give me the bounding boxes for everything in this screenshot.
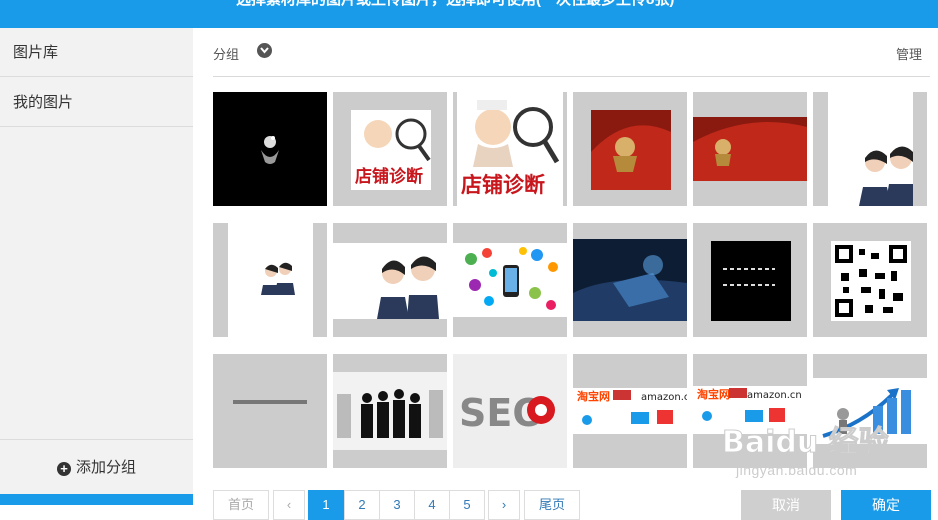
thumb-headset-agents-3[interactable] [333, 223, 447, 337]
chevron-down-icon[interactable] [257, 43, 272, 58]
sidebar-item-image-library[interactable]: 图片库 [0, 28, 193, 77]
thumb-taobao-amazon-logos-1[interactable]: 淘宝网 amazon.cn [573, 354, 687, 468]
thumb-calligraphy-black[interactable] [693, 223, 807, 337]
thumb-app-icons-phone[interactable] [453, 223, 567, 337]
thumb-spark-black[interactable] [213, 92, 327, 206]
thumb-store-diagnosis-small[interactable]: 店铺诊断 [333, 92, 447, 206]
thumb-qr-code[interactable] [813, 223, 927, 337]
sidebar-bottom-bar [0, 494, 193, 505]
thumb-seo-3d[interactable]: SEO [453, 354, 567, 468]
pager-page-5[interactable]: 5 [449, 490, 485, 520]
thumb-tablet-hand[interactable] [573, 223, 687, 337]
cancel-button[interactable]: 取消 [741, 490, 831, 520]
pager-page-3[interactable]: 3 [379, 490, 415, 520]
add-group-button[interactable]: + 添加分组 [0, 439, 193, 496]
caption-text-2: amazon.cn [641, 392, 687, 403]
pager-page-4[interactable]: 4 [414, 490, 450, 520]
add-group-label: 添加分组 [75, 459, 136, 476]
thumb-headset-agents-1[interactable] [813, 92, 927, 206]
caption-text-2: amazon.cn [747, 390, 802, 401]
banner-message: 选择素材库的图片或上传图片，选择即可使用(一次性最多上传8张) [236, 0, 674, 9]
caption-text: 淘宝网 [577, 389, 610, 403]
caption-text: 淘宝网 [697, 387, 730, 401]
thumb-monkey-king-red-1[interactable] [573, 92, 687, 206]
thumb-business-silhouettes[interactable] [333, 354, 447, 468]
thumb-headset-agents-2[interactable] [213, 223, 327, 337]
pager-page-1[interactable]: 1 [308, 490, 344, 520]
caption-text: 店铺诊断 [461, 173, 545, 197]
sidebar: 图片库 我的图片 + 添加分组 [0, 28, 193, 505]
top-banner: 选择素材库的图片或上传图片，选择即可使用(一次性最多上传8张) [0, 0, 938, 28]
gallery-header: 分组 管理 [213, 40, 930, 77]
pager-first[interactable]: 首页 [213, 490, 269, 520]
pager-last[interactable]: 尾页 [524, 490, 580, 520]
caption-text: 店铺诊断 [355, 166, 423, 187]
watermark-brand: Baidu 经验 [722, 425, 889, 460]
thumb-small-gray-text[interactable] [213, 354, 327, 468]
pager-prev[interactable]: ‹ [273, 490, 305, 520]
group-label: 分组 [213, 47, 240, 62]
thumb-monkey-king-red-2[interactable] [693, 92, 807, 206]
pager-page-2[interactable]: 2 [344, 490, 380, 520]
plus-circle-icon: + [56, 462, 71, 476]
manage-link[interactable]: 管理 [896, 44, 922, 63]
confirm-button[interactable]: 确定 [841, 490, 931, 520]
watermark-url: jingyan.baidu.com [736, 462, 858, 478]
pager-next[interactable]: › [488, 490, 520, 520]
thumb-store-diagnosis-large[interactable]: 店铺诊断 [453, 92, 567, 206]
sidebar-item-my-images[interactable]: 我的图片 [0, 78, 193, 127]
